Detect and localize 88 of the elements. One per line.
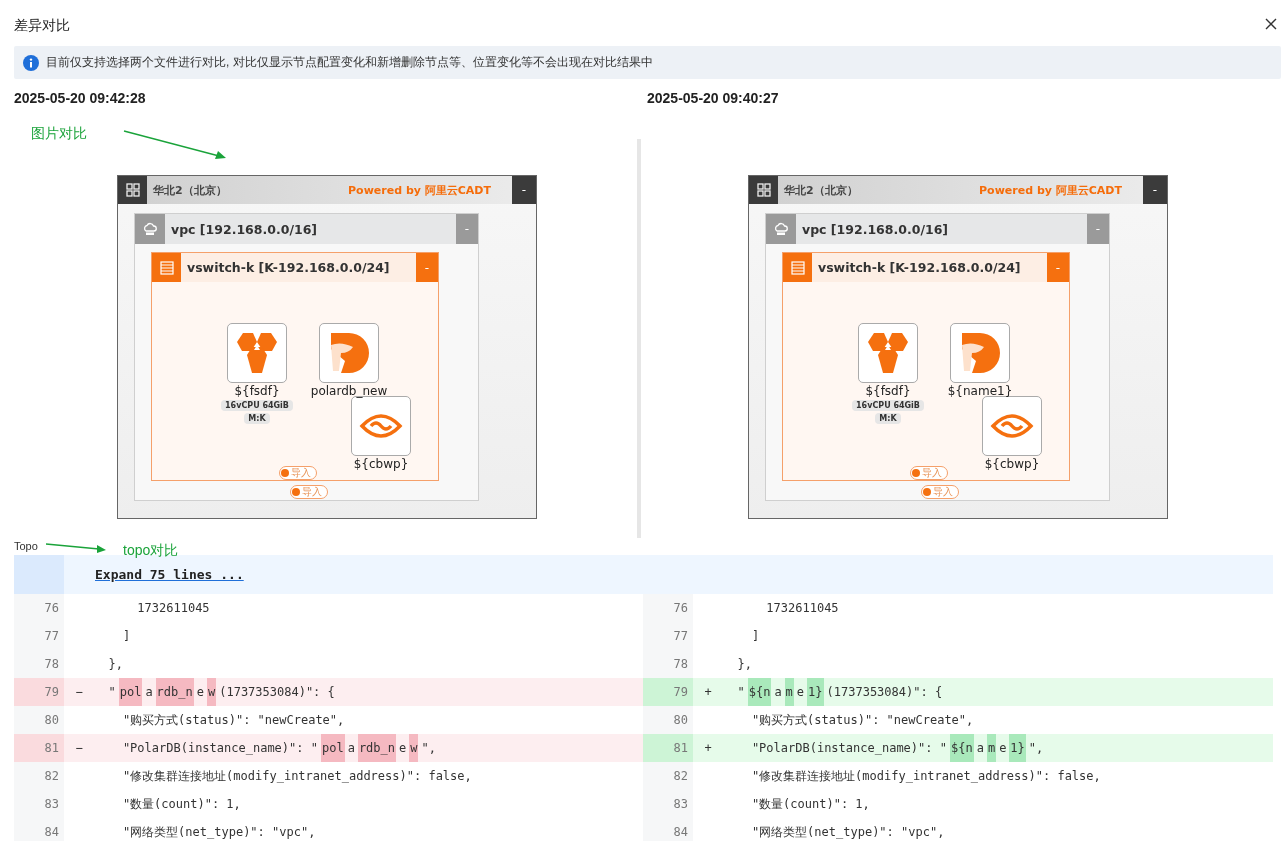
line-number: 77	[14, 622, 64, 650]
vswitch-name: vswitch-k [K-192.168.0.0/24]	[187, 260, 390, 275]
line-number: 84	[14, 818, 64, 841]
node-label: ${fsdf}	[865, 384, 911, 398]
notice-text: 目前仅支持选择两个文件进行对比, 对比仅显示节点配置变化和新增删除节点等、位置变化等不会出现在对比结果中	[46, 54, 653, 71]
code-line: "PolarDB(instance_name)": " pol a rdb_n e w ",	[94, 734, 439, 762]
line-number: 83	[643, 790, 693, 818]
code-line: "网络类型(net_type)": "vpc",	[750, 824, 945, 841]
line-number: 78	[14, 650, 64, 678]
diff-sign: +	[704, 741, 712, 755]
region-name: 华北2（北京）	[784, 182, 858, 198]
info-icon	[23, 54, 39, 71]
section-label: Topo	[14, 540, 38, 552]
diff-sign: −	[75, 685, 83, 699]
node-label: ${cbwp}	[353, 457, 409, 471]
annotation-arrow	[45, 542, 107, 554]
cloud-icon	[773, 221, 789, 237]
line-number: 81	[14, 734, 64, 762]
node-label: polardb_new	[310, 384, 388, 398]
expand-link[interactable]: Expand 75 lines ...	[95, 567, 244, 582]
line-number: 82	[643, 762, 693, 790]
line-number: 76	[14, 594, 64, 622]
code-line: ]	[750, 628, 760, 645]
line-number: 83	[14, 790, 64, 818]
code-line: " pol a rdb_n e w (1737353084)": {	[94, 678, 338, 706]
line-number: 77	[643, 622, 693, 650]
powered-by-text: Powered by 阿里云CADT	[348, 182, 491, 198]
list-icon	[790, 260, 805, 275]
code-line: "数量(count)": 1,	[121, 796, 241, 813]
hexagon-cluster-icon	[866, 331, 910, 375]
line-number: 80	[643, 706, 693, 734]
collapse-button[interactable]: -	[1047, 253, 1069, 282]
grid-icon	[756, 183, 771, 197]
diff-sign: −	[75, 741, 83, 755]
collapse-button[interactable]: -	[512, 176, 536, 204]
vswitch-name: vswitch-k [K-192.168.0.0/24]	[818, 260, 1021, 275]
version-timestamp: 2025-05-20 09:42:28	[14, 88, 147, 106]
collapse-button[interactable]: -	[456, 214, 478, 244]
code-line: "购买方式(status)": "newCreate",	[750, 712, 974, 729]
import-badge[interactable]: 导入	[279, 466, 317, 480]
cloud-icon	[142, 221, 158, 237]
spec-tag: 16vCPU 64GiB	[852, 400, 924, 411]
line-number: 81	[643, 734, 693, 762]
code-line: " ${n a m e 1} (1737353084)": {	[723, 678, 946, 706]
code-line: "购买方式(status)": "newCreate",	[121, 712, 345, 729]
import-badge[interactable]: 导入	[910, 466, 948, 480]
collapse-button[interactable]: -	[1087, 214, 1109, 244]
node-label: ${cbwp}	[984, 457, 1040, 471]
line-number: 82	[14, 762, 64, 790]
code-line: 1732611045	[136, 600, 210, 617]
line-number: 79	[643, 678, 693, 706]
code-line: "网络类型(net_type)": "vpc",	[121, 824, 316, 841]
collapse-button[interactable]: -	[416, 253, 438, 282]
dialog-title: 差异对比	[14, 16, 70, 35]
annotation-text: topo对比	[123, 542, 179, 560]
version-timestamp: 2025-05-20 09:40:27	[647, 88, 780, 106]
hexagon-cluster-icon	[235, 331, 279, 375]
region-name: 华北2（北京）	[153, 182, 227, 198]
code-line: "数量(count)": 1,	[750, 796, 870, 813]
spec-tag: M:K	[875, 413, 901, 424]
import-badge[interactable]: 导入	[290, 485, 328, 499]
spec-tag: 16vCPU 64GiB	[221, 400, 293, 411]
import-badge[interactable]: 导入	[921, 485, 959, 499]
vpc-name: vpc [192.168.0.0/16]	[171, 221, 318, 237]
code-line: "修改集群连接地址(modify_intranet_address)": false,	[750, 768, 1101, 785]
code-line: "修改集群连接地址(modify_intranet_address)": false,	[121, 768, 472, 785]
annotation-text: 图片对比	[31, 125, 87, 143]
close-icon[interactable]	[1265, 18, 1277, 30]
list-icon	[159, 260, 174, 275]
powered-by-text: Powered by 阿里云CADT	[979, 182, 1122, 198]
vpc-name: vpc [192.168.0.0/16]	[802, 221, 949, 237]
code-line: ]	[121, 628, 131, 645]
code-line: "PolarDB(instance_name)": " ${n a m e 1} ",	[723, 734, 1047, 762]
line-number: 78	[643, 650, 693, 678]
diff-sign: +	[704, 685, 712, 699]
code-line: },	[107, 656, 123, 673]
line-number: 79	[14, 678, 64, 706]
grid-icon	[125, 183, 140, 197]
code-line: 1732611045	[765, 600, 839, 617]
line-number: 76	[643, 594, 693, 622]
line-number: 80	[14, 706, 64, 734]
node-label: ${name1}	[947, 384, 1013, 398]
node-label: ${fsdf}	[234, 384, 280, 398]
collapse-button[interactable]: -	[1143, 176, 1167, 204]
code-line: },	[736, 656, 752, 673]
line-number: 84	[643, 818, 693, 841]
expand-gutter	[14, 555, 64, 594]
spec-tag: M:K	[244, 413, 270, 424]
